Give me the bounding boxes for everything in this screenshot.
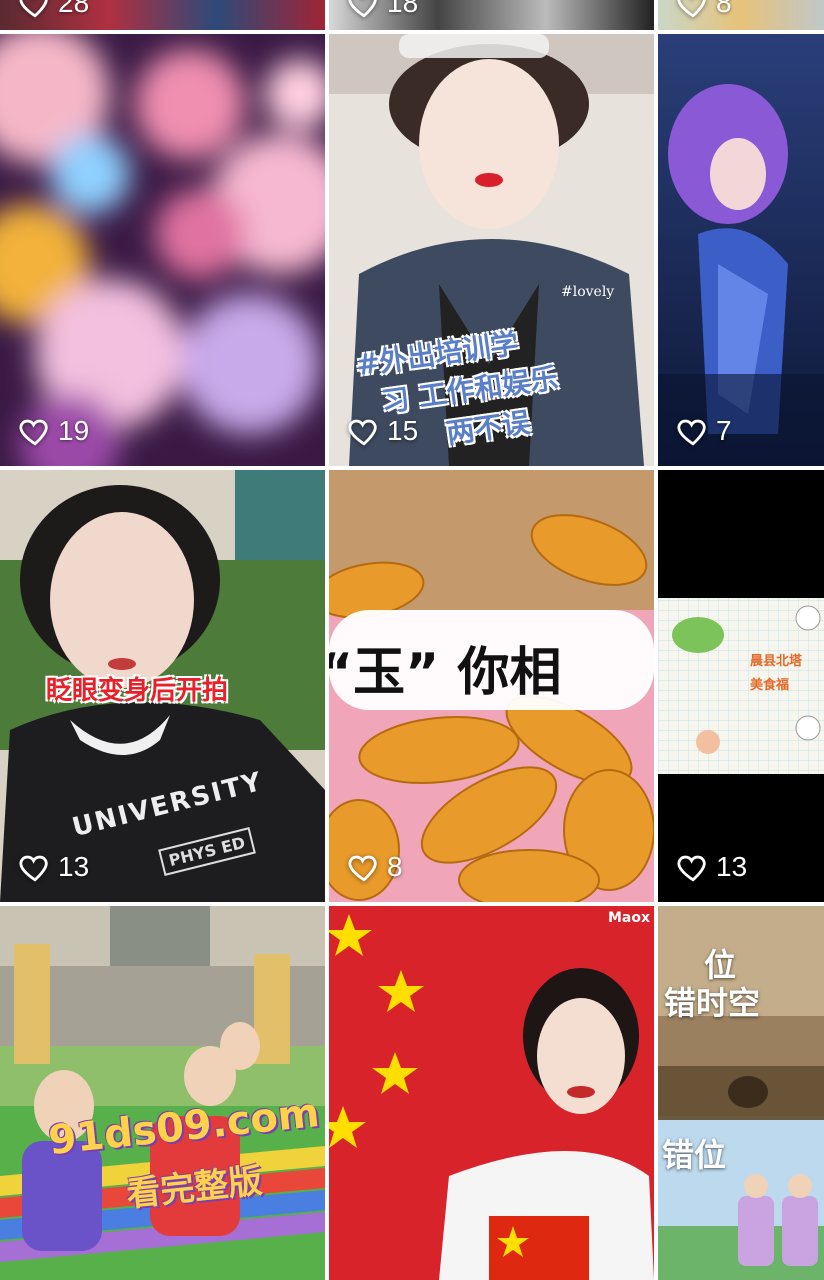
hashtag-label: #lovely (561, 284, 615, 300)
video-tile-selfie-university[interactable]: 眨眼变身后开拍 UNIVERSITY PHYS ED 13 (0, 470, 325, 902)
like-count: 7 (716, 415, 732, 446)
video-badge: Maox (607, 910, 650, 926)
heart-icon (677, 419, 706, 446)
video-tile-food-card[interactable]: 晨县北塔 美食福 13 (658, 470, 824, 902)
heart-icon (19, 0, 48, 18)
heart-icon (348, 0, 377, 18)
video-tile-top-1[interactable]: 28 (0, 0, 325, 30)
video-tile-kindergarten[interactable] (0, 906, 325, 1280)
video-title-upper: 位 错时空 (664, 946, 761, 1022)
video-tile-time-travel[interactable]: 位 错时空 错位 (658, 906, 824, 1280)
video-title-lower: 错位 (662, 1136, 727, 1174)
heart-icon (677, 0, 706, 18)
heart-icon (677, 855, 706, 882)
heart-icon (19, 419, 48, 446)
like-count: 18 (387, 0, 419, 18)
like-count: 8 (716, 0, 732, 18)
like-count: 8 (387, 851, 403, 882)
video-tile-top-3[interactable]: 8 (658, 0, 824, 30)
flag-thumbnail (329, 906, 654, 1280)
game-thumbnail (658, 34, 824, 466)
video-tile-corn[interactable]: “玉” 你相 8 (329, 470, 654, 902)
video-tile-game-character[interactable]: 7 (658, 34, 824, 466)
video-tile-top-2[interactable]: 18 (329, 0, 654, 30)
heart-icon (348, 419, 377, 446)
heart-icon (19, 855, 48, 882)
video-tile-selfie-stickers[interactable]: #lovely #外出培训学 习 工作和娱乐 两不误 15 (329, 34, 654, 466)
video-caption: “玉” 你相 (329, 643, 562, 703)
like-count: 28 (58, 0, 90, 18)
food-card-title: 晨县北塔 美食福 (750, 654, 803, 693)
kindergarten-thumbnail (0, 906, 325, 1280)
heart-icon (348, 855, 377, 882)
video-caption: 眨眼变身后开拍 (46, 676, 229, 706)
video-tile-flag[interactable]: Maox (329, 906, 654, 1280)
like-count: 13 (716, 851, 748, 882)
bokeh-thumbnail (0, 34, 325, 466)
like-count: 19 (58, 415, 90, 446)
video-tile-bokeh[interactable]: 19 (0, 34, 325, 466)
like-count: 13 (58, 851, 90, 882)
like-count: 15 (387, 415, 419, 446)
